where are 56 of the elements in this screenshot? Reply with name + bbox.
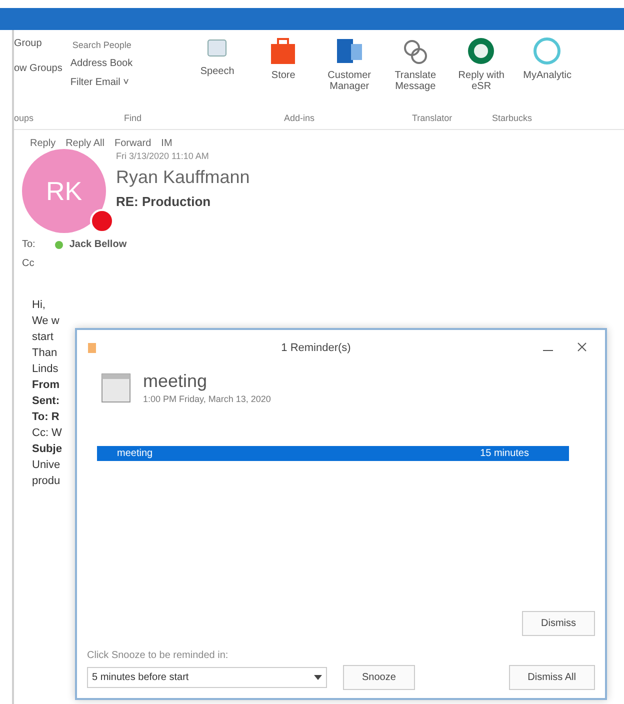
message-action-button[interactable]: Reply bbox=[30, 138, 56, 149]
message-action-button[interactable]: Forward bbox=[114, 138, 152, 149]
reminder-subject: meeting bbox=[143, 371, 208, 392]
close-icon bbox=[577, 342, 587, 352]
customer-icon bbox=[334, 36, 364, 66]
bell-icon bbox=[87, 342, 97, 354]
reminder-time: 1:00 PM Friday, March 13, 2020 bbox=[143, 394, 271, 404]
body-text: Cc: W bbox=[32, 427, 63, 439]
dialog-title: 1 Reminder(s) bbox=[280, 342, 352, 354]
minimize-icon bbox=[543, 350, 553, 352]
body-text: Subje bbox=[32, 443, 63, 455]
dismiss-all-button[interactable]: Dismiss All bbox=[508, 665, 595, 690]
body-text: From bbox=[32, 379, 60, 391]
message-subject: RE: Production bbox=[116, 194, 212, 209]
body-text: We w bbox=[32, 315, 60, 327]
message-action-button[interactable]: Reply All bbox=[66, 138, 104, 149]
snooze-button[interactable]: Snooze bbox=[343, 665, 415, 690]
message-action-button[interactable]: IM bbox=[161, 138, 172, 149]
presence-dot bbox=[55, 240, 64, 248]
ribbon-button[interactable]: Reply with eSR bbox=[452, 36, 510, 92]
ribbon-command[interactable]: ow Groups bbox=[14, 63, 62, 74]
ribbon-group-label: Translator bbox=[412, 113, 452, 123]
ribbon-command[interactable]: Group bbox=[14, 38, 62, 49]
ribbon-group-label: Starbucks bbox=[492, 113, 532, 123]
snooze-dropdown[interactable]: 5 minutes before start bbox=[87, 667, 327, 688]
ribbon-group-label: oups bbox=[14, 113, 34, 123]
to-label: To: bbox=[22, 239, 36, 250]
analytics-icon bbox=[532, 36, 562, 66]
caret-icon bbox=[314, 675, 322, 680]
message-date: Fri 3/13/2020 11:10 AM bbox=[116, 151, 210, 161]
ribbon-button[interactable]: MyAnalytic bbox=[518, 36, 576, 81]
reminder-row[interactable]: meeting 15 minutes bbox=[97, 446, 569, 461]
body-text: start bbox=[32, 331, 54, 343]
avatar: RK bbox=[22, 149, 106, 233]
body-text: Linds bbox=[32, 363, 60, 375]
ribbon-group-label: Find bbox=[124, 113, 142, 123]
round-logo-icon bbox=[466, 36, 496, 66]
body-text: To: R bbox=[32, 411, 60, 423]
body-text: Hi, bbox=[32, 299, 46, 311]
ribbon-button[interactable]: Customer Manager bbox=[320, 36, 378, 92]
ribbon-button[interactable]: Speech bbox=[188, 36, 246, 77]
dismiss-button[interactable]: Dismiss bbox=[522, 611, 595, 636]
cc-label: Cc bbox=[21, 257, 36, 269]
calendar-icon bbox=[101, 372, 131, 402]
snooze-label: Click Snooze to be reminded in: bbox=[87, 650, 230, 661]
address-book-button[interactable]: Address Book bbox=[70, 56, 180, 71]
ribbon-group-label: Add-ins bbox=[284, 113, 315, 123]
ribbon-button[interactable]: Translate Message bbox=[386, 36, 444, 92]
sender-name: Ryan Kauffmann bbox=[116, 167, 250, 188]
body-text: Sent: bbox=[32, 395, 60, 407]
filter-email-button[interactable]: Filter Email ˅ bbox=[70, 75, 180, 90]
body-text: produ bbox=[32, 475, 62, 487]
body-text: Unive bbox=[32, 459, 62, 471]
ribbon-button[interactable]: Store bbox=[254, 36, 312, 81]
body-text: Than bbox=[32, 347, 58, 359]
recipient-name[interactable]: Jack Bellow bbox=[69, 239, 127, 250]
